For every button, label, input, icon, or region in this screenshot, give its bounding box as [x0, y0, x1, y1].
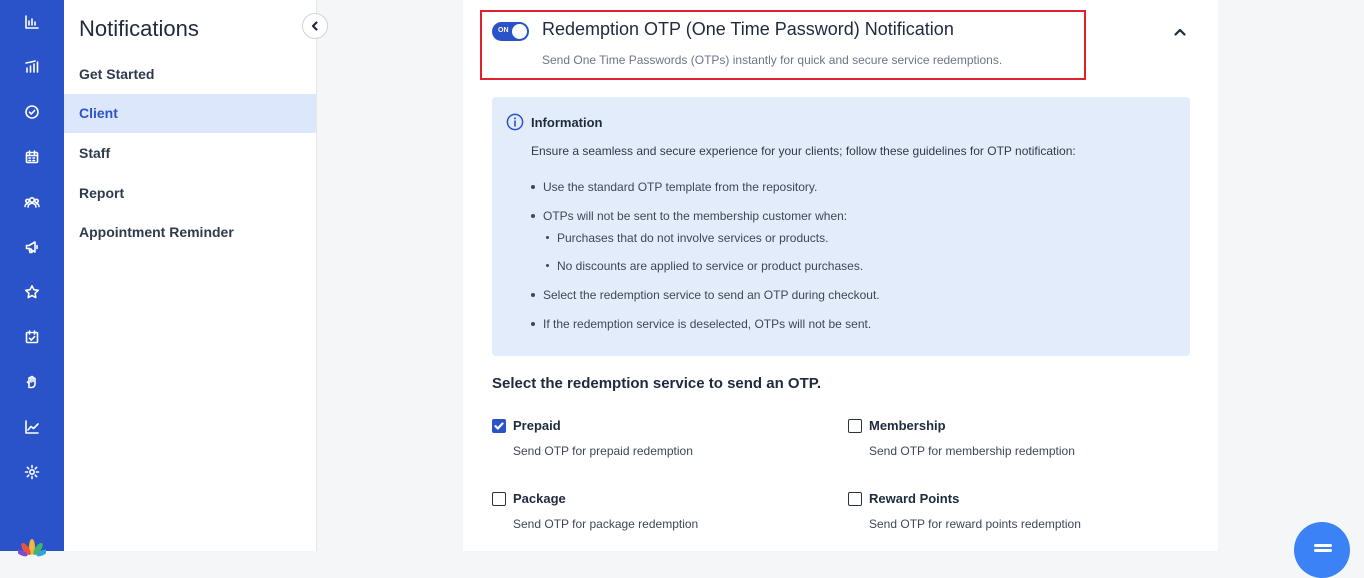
section-subtitle: Send One Time Passwords (OTPs) instantly…	[542, 53, 1003, 67]
chat-icon	[1314, 544, 1332, 547]
megaphone-icon[interactable]	[22, 237, 42, 257]
calendar-icon[interactable]	[22, 147, 42, 167]
nav-item-staff[interactable]: Staff	[64, 134, 316, 173]
calendar-check-icon[interactable]	[22, 327, 42, 347]
toggle-label: ON	[498, 27, 509, 34]
information-box: Information Ensure a seamless and secure…	[492, 97, 1190, 356]
nav-item-client[interactable]: Client	[64, 94, 316, 133]
chevron-up-icon	[1174, 28, 1186, 36]
dashboard-icon[interactable]	[22, 12, 42, 32]
info-icon	[506, 113, 524, 131]
users-icon[interactable]	[22, 192, 42, 212]
info-bullet: OTPs will not be sent to the membership …	[531, 209, 847, 223]
package-checkbox[interactable]	[492, 492, 506, 506]
option-label[interactable]: Reward Points	[869, 491, 959, 506]
membership-checkbox[interactable]	[848, 419, 862, 433]
checkmark-icon	[494, 422, 504, 430]
check-circle-icon[interactable]	[22, 102, 42, 122]
nav-item-report[interactable]: Report	[64, 174, 316, 213]
brand-logo	[18, 539, 46, 557]
option-label[interactable]: Membership	[869, 418, 946, 433]
star-icon[interactable]	[22, 282, 42, 302]
gear-icon[interactable]	[22, 462, 42, 482]
section-title: Redemption OTP (One Time Password) Notif…	[542, 19, 954, 39]
option-description: Send OTP for prepaid redemption	[513, 444, 693, 458]
reward-points-checkbox[interactable]	[848, 492, 862, 506]
info-bullet: If the redemption service is deselected,…	[531, 317, 871, 331]
notifications-panel: Notifications Get Started Client Staff R…	[64, 0, 328, 551]
option-label[interactable]: Prepaid	[513, 418, 561, 433]
info-title: Information	[531, 115, 603, 130]
info-sub-bullet: No discounts are applied to service or p…	[546, 259, 863, 273]
option-description: Send OTP for reward points redemption	[869, 517, 1081, 531]
chat-widget-button[interactable]	[1294, 522, 1350, 578]
info-lead: Ensure a seamless and secure experience …	[531, 144, 1076, 158]
bar-chart-icon[interactable]	[22, 57, 42, 77]
option-description: Send OTP for membership redemption	[869, 444, 1075, 458]
chevron-left-icon	[311, 21, 318, 31]
trend-icon[interactable]	[22, 417, 42, 437]
otp-toggle[interactable]: ON	[492, 22, 529, 41]
nav-item-appointment-reminder[interactable]: Appointment Reminder	[64, 213, 316, 252]
info-bullet: Select the redemption service to send an…	[531, 288, 880, 302]
toggle-knob	[512, 24, 527, 39]
panel-title: Notifications	[79, 16, 199, 41]
icon-rail	[0, 0, 64, 557]
hand-icon[interactable]	[22, 372, 42, 392]
nav-item-get-started[interactable]: Get Started	[64, 55, 316, 94]
services-title: Select the redemption service to send an…	[492, 375, 821, 392]
option-label[interactable]: Package	[513, 491, 566, 506]
info-sub-bullet: Purchases that do not involve services o…	[546, 231, 828, 245]
info-bullet: Use the standard OTP template from the r…	[531, 180, 817, 194]
option-description: Send OTP for package redemption	[513, 517, 699, 531]
collapse-section-button[interactable]	[1172, 24, 1188, 40]
prepaid-checkbox[interactable]	[492, 419, 506, 433]
collapse-panel-button[interactable]	[302, 13, 328, 39]
